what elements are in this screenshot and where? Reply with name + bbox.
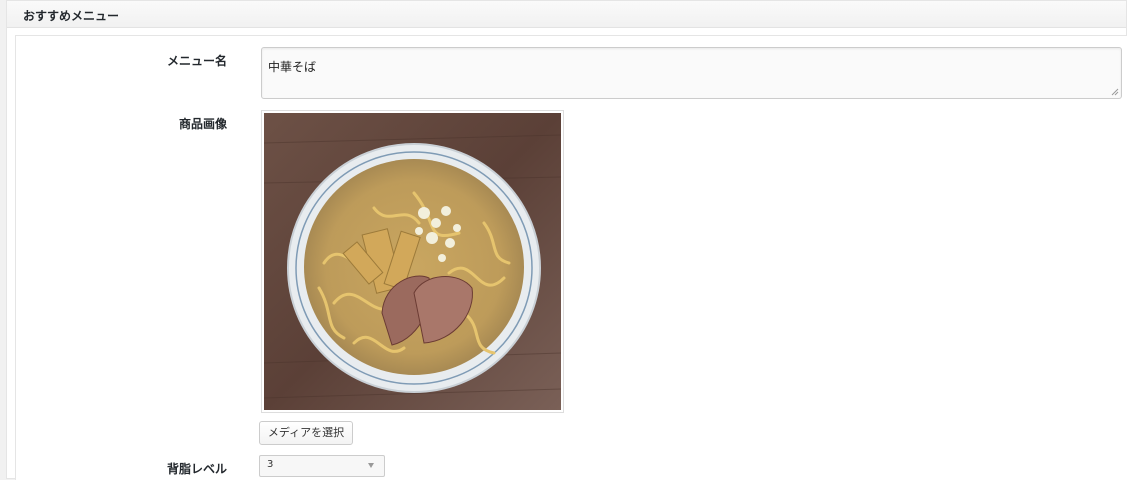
- recommended-menu-panel: おすすめメニュー メニュー名 中華そば 商品画像 メディアを選択 背脂レベル 3: [6, 0, 1127, 480]
- menu-name-label: メニュー名: [166, 54, 227, 68]
- fat-level-label: 背脂レベル: [166, 462, 227, 476]
- panel-title: おすすめメニュー: [23, 9, 120, 23]
- form-area: メニュー名 中華そば 商品画像 メディアを選択 背脂レベル 3: [15, 35, 1127, 480]
- fat-level-value: 3: [267, 459, 274, 470]
- panel-header: おすすめメニュー: [7, 1, 1126, 28]
- product-image-label: 商品画像: [178, 117, 227, 131]
- product-image-preview: [261, 110, 564, 413]
- ramen-photo: [264, 113, 561, 410]
- chevron-down-icon: [368, 463, 374, 468]
- fat-level-select[interactable]: 3: [259, 455, 385, 477]
- menu-name-value: 中華そば: [268, 60, 317, 74]
- resize-grip-icon[interactable]: [1111, 88, 1119, 96]
- select-media-button[interactable]: メディアを選択: [259, 421, 353, 445]
- menu-name-textarea[interactable]: 中華そば: [261, 47, 1122, 99]
